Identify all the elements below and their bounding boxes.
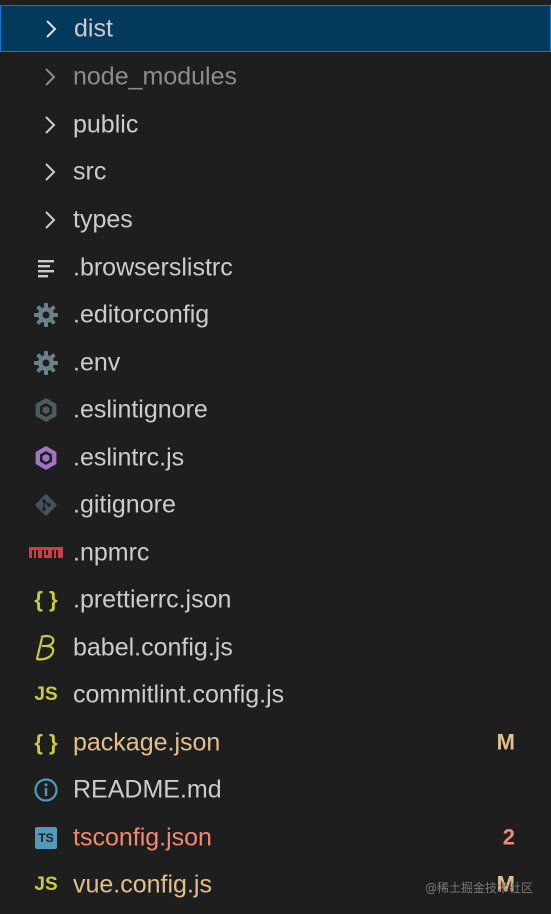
lines-file-icon [30, 252, 62, 284]
tree-item-label: .gitignore [73, 490, 176, 519]
tree-item-label: commitlint.config.js [73, 680, 285, 709]
tree-item-commitlint-config-js[interactable]: JS commitlint.config.js [0, 671, 551, 718]
tree-item-label: tsconfig.json [73, 823, 212, 852]
tree-item-public[interactable]: public [0, 101, 551, 148]
json-braces-icon: { } [34, 586, 58, 612]
eslint-gray-icon [30, 394, 62, 426]
tree-item-label: .prettierrc.json [73, 585, 232, 614]
tree-item-label: .eslintrc.js [73, 443, 185, 472]
tree-item-readme-md[interactable]: README.md [0, 766, 551, 813]
js-icon: JS [34, 874, 58, 896]
tree-item-eslintignore[interactable]: .eslintignore [0, 386, 551, 433]
chevron-right-icon[interactable] [34, 204, 66, 236]
tree-item-label: node_modules [73, 62, 238, 91]
git-icon [30, 489, 62, 521]
json-braces-icon: { } [34, 729, 58, 755]
tree-item-label: public [73, 110, 139, 139]
tree-item-label: .browserslistrc [73, 253, 233, 282]
chevron-right-icon[interactable] [34, 109, 66, 141]
tree-item-browserslistrc[interactable]: .browserslistrc [0, 244, 551, 291]
gear-icon [30, 299, 62, 331]
info-icon [30, 774, 62, 806]
tree-item-src[interactable]: src [0, 148, 551, 195]
ts-icon-text: TS [35, 826, 57, 849]
tree-item-label: .npmrc [73, 538, 150, 567]
tree-item-babel-config-js[interactable]: babel.config.js [0, 624, 551, 671]
tree-item-package-json[interactable]: { } package.json M [0, 719, 551, 766]
npm-icon [28, 537, 64, 569]
tree-item-label: dist [74, 14, 113, 43]
tree-item-tsconfig-json[interactable]: TS tsconfig.json 2 [0, 814, 551, 861]
tree-item-label: babel.config.js [73, 633, 233, 662]
chevron-right-icon[interactable] [34, 156, 66, 188]
tree-item-npmrc[interactable]: .npmrc [0, 529, 551, 576]
tree-item-prettierrc-json[interactable]: { } .prettierrc.json [0, 576, 551, 623]
problems-count-badge: 2 [502, 824, 515, 850]
git-status-badge: M [496, 729, 515, 755]
gear-icon [30, 347, 62, 379]
tree-item-dist[interactable]: dist [0, 5, 551, 53]
chevron-right-icon[interactable] [35, 13, 67, 45]
tree-item-label: .eslintignore [73, 395, 208, 424]
tree-item-gitignore[interactable]: .gitignore [0, 481, 551, 528]
tree-item-node-modules[interactable]: node_modules [0, 53, 551, 100]
js-icon: JS [34, 684, 58, 706]
tree-item-eslintrc-js[interactable]: .eslintrc.js [0, 434, 551, 481]
tree-item-editorconfig[interactable]: .editorconfig [0, 291, 551, 338]
ts-icon: TS [30, 822, 62, 854]
tree-item-label: package.json [73, 728, 221, 757]
babel-icon [30, 632, 62, 664]
tree-item-label: .env [73, 348, 121, 377]
tree-item-label: .editorconfig [73, 300, 210, 329]
tree-item-types[interactable]: types [0, 196, 551, 243]
tree-item-label: vue.config.js [73, 870, 212, 899]
file-explorer: dist node_modules public src types .brow… [0, 0, 551, 914]
watermark: @稀土掘金技术社区 [424, 881, 533, 895]
chevron-right-icon[interactable] [34, 61, 66, 93]
tree-item-label: README.md [73, 775, 222, 804]
tree-item-env[interactable]: .env [0, 339, 551, 386]
tree-item-label: types [73, 205, 133, 234]
tree-item-label: src [73, 157, 107, 186]
eslint-purple-icon [30, 442, 62, 474]
